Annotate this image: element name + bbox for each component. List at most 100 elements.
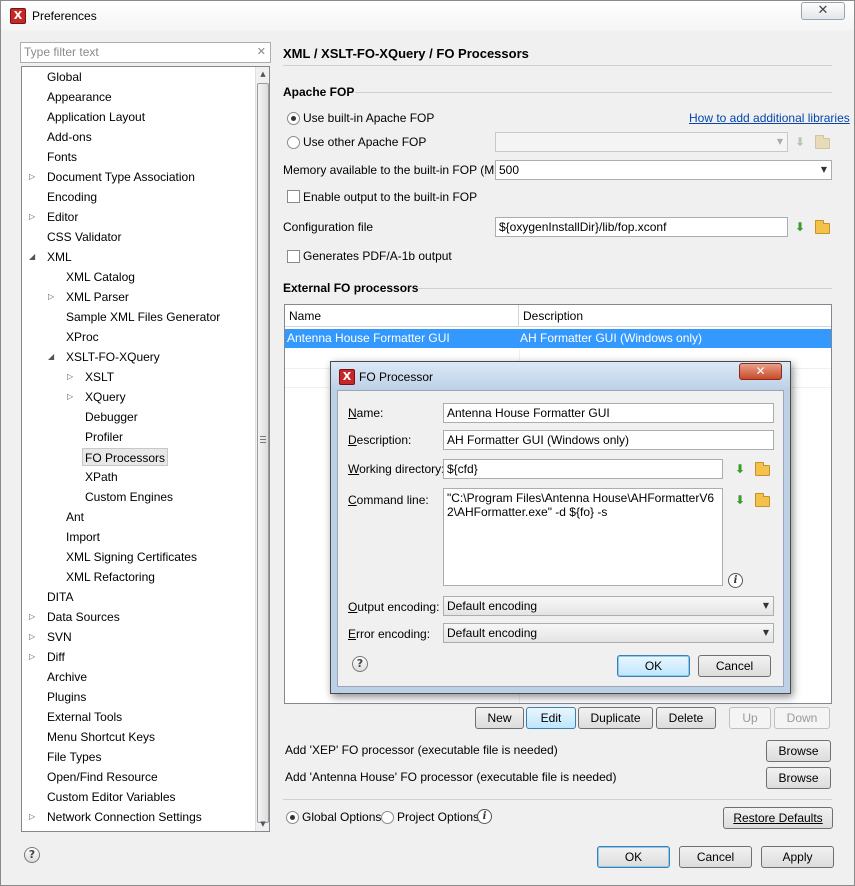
tree-item-xml-signing-certificates[interactable]: XML Signing Certificates — [66, 548, 197, 566]
tree-item-file-types[interactable]: File Types — [47, 748, 101, 766]
tree-item-fo-processors[interactable]: FO Processors — [82, 448, 169, 466]
info-icon[interactable]: i — [477, 809, 492, 824]
use-other-fop-radio[interactable] — [287, 136, 300, 149]
table-row[interactable]: Antenna House Formatter GUI AH Formatter… — [285, 329, 831, 348]
scroll-up-icon[interactable]: ▲ — [257, 67, 269, 81]
tree-item-import[interactable]: Import — [66, 528, 100, 546]
tree-item-xml-parser[interactable]: XML Parser — [66, 288, 129, 306]
expand-triangle-icon[interactable]: ▷ — [29, 808, 35, 826]
expand-triangle-icon[interactable]: ▷ — [48, 288, 54, 306]
tree-item-global[interactable]: Global — [47, 68, 82, 86]
up-button[interactable]: Up — [729, 707, 771, 729]
expand-triangle-icon[interactable]: ▷ — [67, 368, 73, 386]
how-to-add-libraries-link[interactable]: How to add additional libraries — [689, 111, 850, 125]
collapse-triangle-icon[interactable]: ◢ — [29, 248, 35, 266]
collapse-triangle-icon[interactable]: ◢ — [48, 348, 54, 366]
download-icon[interactable]: ⬇ — [793, 220, 807, 234]
error-encoding-select[interactable]: Default encoding ▼ — [443, 623, 774, 643]
apply-button[interactable]: Apply — [761, 846, 834, 868]
expand-triangle-icon[interactable]: ▷ — [29, 608, 35, 626]
help-icon[interactable]: ? — [352, 656, 368, 672]
tree-item-xproc[interactable]: XProc — [66, 328, 99, 346]
ok-button[interactable]: OK — [597, 846, 670, 868]
tree-item-add-ons[interactable]: Add-ons — [47, 128, 92, 146]
download-icon[interactable]: ⬇ — [733, 493, 747, 507]
tree-item-dita[interactable]: DITA — [47, 588, 73, 606]
global-options-radio[interactable] — [286, 811, 299, 824]
tree-item-editor[interactable]: Editor — [47, 208, 78, 226]
expand-triangle-icon[interactable]: ▷ — [29, 648, 35, 666]
tree-item-xquery[interactable]: XQuery — [85, 388, 126, 406]
command-line-field[interactable]: "C:\Program Files\Antenna House\AHFormat… — [443, 488, 723, 586]
memory-combo[interactable]: 500 ▼ — [495, 160, 832, 180]
tree-item-fonts[interactable]: Fonts — [47, 148, 77, 166]
use-builtin-fop-radio[interactable] — [287, 112, 300, 125]
description-field[interactable]: AH Formatter GUI (Windows only) — [443, 430, 774, 450]
config-file-input[interactable]: ${oxygenInstallDir}/lib/fop.xconf — [495, 217, 788, 237]
expand-triangle-icon[interactable]: ▷ — [67, 388, 73, 406]
edit-button[interactable]: Edit — [526, 707, 576, 729]
tree-item-css-validator[interactable]: CSS Validator — [47, 228, 121, 246]
folder-icon[interactable] — [815, 220, 830, 234]
column-header-name[interactable]: Name — [285, 305, 519, 327]
window-close-button[interactable]: ✕ — [801, 2, 845, 20]
tree-item-xpath[interactable]: XPath — [85, 468, 118, 486]
dialog-close-button[interactable]: ✕ — [739, 363, 782, 380]
dialog-ok-button[interactable]: OK — [617, 655, 690, 677]
cancel-button[interactable]: Cancel — [679, 846, 752, 868]
delete-button[interactable]: Delete — [656, 707, 716, 729]
project-options-radio[interactable] — [381, 811, 394, 824]
other-fop-path-combo[interactable]: ▼ — [495, 132, 788, 152]
folder-icon[interactable] — [755, 462, 770, 476]
tree-item-xml[interactable]: XML — [47, 248, 72, 266]
tree-item-debugger[interactable]: Debugger — [85, 408, 138, 426]
tree-item-svn[interactable]: SVN — [47, 628, 72, 646]
duplicate-button[interactable]: Duplicate — [578, 707, 653, 729]
expand-triangle-icon[interactable]: ▷ — [29, 208, 35, 226]
tree-item-archive[interactable]: Archive — [47, 668, 87, 686]
tree-item-encoding[interactable]: Encoding — [47, 188, 97, 206]
tree-item-data-sources[interactable]: Data Sources — [47, 608, 120, 626]
tree-item-external-tools[interactable]: External Tools — [47, 708, 122, 726]
restore-defaults-button[interactable]: Restore Defaults — [723, 807, 833, 829]
download-icon[interactable]: ⬇ — [793, 135, 807, 149]
tree-item-ant[interactable]: Ant — [66, 508, 84, 526]
tree-item-custom-engines[interactable]: Custom Engines — [85, 488, 173, 506]
scroll-down-icon[interactable]: ▼ — [257, 817, 269, 831]
tree-item-application-layout[interactable]: Application Layout — [47, 108, 145, 126]
info-icon[interactable]: i — [728, 573, 743, 588]
tree-item-document-type-association[interactable]: Document Type Association — [47, 168, 195, 186]
tree-item-xslt-fo-xquery[interactable]: XSLT-FO-XQuery — [66, 348, 160, 366]
tree-item-xslt[interactable]: XSLT — [85, 368, 114, 386]
folder-icon[interactable] — [815, 135, 830, 149]
output-encoding-select[interactable]: Default encoding ▼ — [443, 596, 774, 616]
tree-item-custom-editor-variables[interactable]: Custom Editor Variables — [47, 788, 176, 806]
clear-filter-icon[interactable]: ✕ — [257, 45, 266, 59]
tree-item-xml-catalog[interactable]: XML Catalog — [66, 268, 135, 286]
down-button[interactable]: Down — [774, 707, 830, 729]
tree-item-plugins[interactable]: Plugins — [47, 688, 86, 706]
help-icon[interactable]: ? — [24, 847, 40, 863]
tree-item-xml-refactoring[interactable]: XML Refactoring — [66, 568, 155, 586]
tree-item-open-find-resource[interactable]: Open/Find Resource — [47, 768, 158, 786]
expand-triangle-icon[interactable]: ▷ — [29, 628, 35, 646]
pdfa-checkbox[interactable] — [287, 250, 300, 263]
tree-item-appearance[interactable]: Appearance — [47, 88, 112, 106]
enable-output-checkbox[interactable] — [287, 190, 300, 203]
folder-icon[interactable] — [755, 493, 770, 507]
tree-item-sample-xml-files-generator[interactable]: Sample XML Files Generator — [66, 308, 220, 326]
scroll-thumb[interactable] — [257, 83, 269, 823]
browse-xep-button[interactable]: Browse — [766, 740, 831, 762]
tree-item-network-connection-settings[interactable]: Network Connection Settings — [47, 808, 202, 826]
download-icon[interactable]: ⬇ — [733, 462, 747, 476]
name-field[interactable]: Antenna House Formatter GUI — [443, 403, 774, 423]
tree-item-menu-shortcut-keys[interactable]: Menu Shortcut Keys — [47, 728, 155, 746]
new-button[interactable]: New — [475, 707, 524, 729]
tree-item-profiler[interactable]: Profiler — [85, 428, 123, 446]
working-directory-field[interactable]: ${cfd} — [443, 459, 723, 479]
filter-input[interactable]: Type filter text ✕ — [20, 42, 271, 63]
column-header-description[interactable]: Description — [519, 305, 831, 327]
tree-scrollbar[interactable]: ▲ ▼ — [255, 67, 269, 831]
tree-item-diff[interactable]: Diff — [47, 648, 65, 666]
browse-antenna-button[interactable]: Browse — [766, 767, 831, 789]
